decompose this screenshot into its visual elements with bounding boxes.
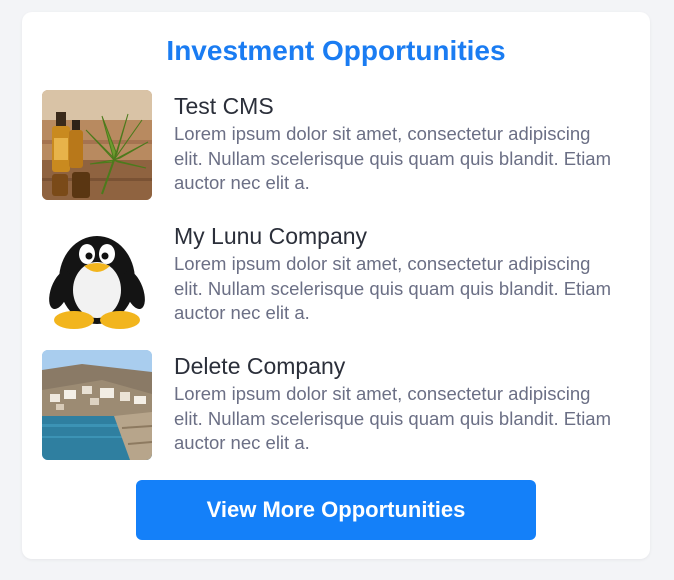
opportunity-description: Lorem ipsum dolor sit amet, consectetur … — [174, 123, 612, 193]
opportunity-title[interactable]: My Lunu Company — [174, 222, 367, 250]
opportunity-item-test-cms[interactable]: Test CMS Lorem ipsum dolor sit amet, con… — [42, 90, 632, 202]
opportunity-description: Lorem ipsum dolor sit amet, consectetur … — [174, 253, 612, 323]
coastal-village-image[interactable] — [42, 350, 152, 460]
opportunity-item-delete-company[interactable]: Delete Company Lorem ipsum dolor sit ame… — [42, 350, 632, 462]
opportunity-description: Lorem ipsum dolor sit amet, consectetur … — [174, 383, 612, 453]
cannabis-oil-image[interactable] — [42, 90, 152, 200]
opportunity-title[interactable]: Delete Company — [174, 352, 345, 380]
widget-title: Investment Opportunities — [166, 35, 506, 66]
opportunity-item-my-lunu-company[interactable]: My Lunu Company Lorem ipsum dolor sit am… — [42, 220, 632, 332]
opportunity-title[interactable]: Test CMS — [174, 92, 274, 120]
penguin-image[interactable] — [42, 220, 152, 330]
view-more-opportunities-button[interactable]: View More Opportunities — [136, 480, 536, 540]
investment-opportunities-card: Investment Opportunities Test CMS Lorem … — [22, 12, 650, 559]
